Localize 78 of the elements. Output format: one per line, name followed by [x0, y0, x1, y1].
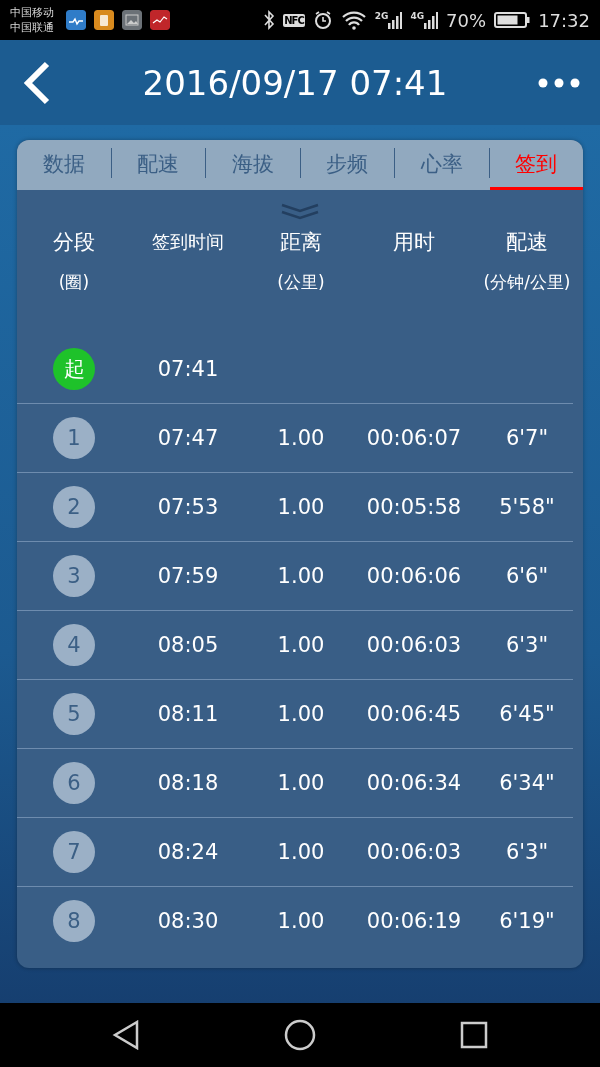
table-cell-text: 1.00 [276, 426, 326, 450]
carrier-name: 中国联通 [10, 20, 54, 35]
table-cell-text: 6'3" [504, 840, 550, 864]
table-cell-text: 00:06:19 [365, 909, 463, 933]
table-cell-text: 6'6" [504, 564, 550, 588]
table-cell-text: 07:47 [156, 426, 220, 450]
battery-percent: 70% [446, 9, 487, 31]
lap-badge: 2 [53, 486, 95, 528]
tab[interactable]: 心率 [395, 140, 489, 190]
lap-badge: 3 [53, 555, 95, 597]
signal-icon [424, 11, 439, 29]
tab[interactable]: 配速 [111, 140, 205, 190]
tab[interactable]: 签到 [489, 140, 583, 190]
heart-rate-icon [66, 10, 86, 30]
table-cell-text: 00:06:07 [365, 426, 463, 450]
table-cell-text: 1.00 [276, 771, 326, 795]
table-cell-text: 6'45" [498, 702, 556, 726]
column-unit: (圈) [58, 271, 90, 294]
lap-badge: 7 [53, 831, 95, 873]
table-cell-text: 1.00 [276, 633, 326, 657]
column-header: 用时 [393, 229, 435, 256]
table-cell-text: 07:53 [156, 495, 220, 519]
lap-badge: 起 [53, 348, 95, 390]
lap-badge: 6 [53, 762, 95, 804]
table-cell-text: 00:06:34 [365, 771, 463, 795]
header-title: 2016/09/17 07:41 [141, 62, 449, 103]
lap-badge: 8 [53, 900, 95, 942]
table-cell-text: 5'58" [498, 495, 556, 519]
lap-badge: 4 [53, 624, 95, 666]
recents-nav-icon[interactable] [460, 1021, 488, 1049]
table-cell-text: 08:11 [156, 702, 220, 726]
table-cell-text: 6'34" [498, 771, 556, 795]
chart-app-icon [150, 10, 170, 30]
back-nav-icon[interactable] [112, 1020, 140, 1050]
table-cell-text: 08:05 [156, 633, 220, 657]
signal-icon [388, 11, 403, 29]
battery-icon [494, 11, 531, 29]
table-cell-text: 00:06:45 [365, 702, 463, 726]
more-icon[interactable] [538, 77, 580, 88]
network-type: 4G [410, 11, 425, 21]
bluetooth-icon [263, 10, 276, 30]
table-cell-text: 08:18 [156, 771, 220, 795]
tab[interactable]: 海拔 [206, 140, 300, 190]
table-cell-text: 6'7" [504, 426, 550, 450]
table-cell-text: 08:30 [156, 909, 220, 933]
table-cell-text: 1.00 [276, 840, 326, 864]
column-header: 分段 [53, 229, 95, 256]
column-unit: (公里) [277, 271, 325, 294]
wifi-icon [340, 10, 367, 30]
column-header: 签到时间 [152, 230, 224, 254]
table-cell-text: 00:06:03 [365, 840, 463, 864]
nfc-icon: NFC [283, 13, 305, 27]
column-header: 距离 [280, 229, 322, 256]
table-cell-text: 1.00 [276, 702, 326, 726]
lap-badge: 5 [53, 693, 95, 735]
carrier-name: 中国移动 [10, 5, 54, 20]
tab[interactable]: 步频 [300, 140, 394, 190]
table-cell-text: 00:06:03 [365, 633, 463, 657]
table-cell-text: 1.00 [276, 564, 326, 588]
table-cell-text: 6'3" [504, 633, 550, 657]
alarm-icon [312, 10, 333, 30]
tab[interactable]: 数据 [17, 140, 111, 190]
table-cell-text: 1.00 [276, 495, 326, 519]
table-cell-text: 07:59 [156, 564, 220, 588]
column-unit: (分钟/公里) [483, 271, 571, 294]
table-cell-text: 6'19" [498, 909, 556, 933]
home-nav-icon[interactable] [284, 1019, 316, 1051]
table-cell-text: 00:05:58 [365, 495, 463, 519]
network-type: 2G [374, 11, 389, 21]
column-header: 配速 [506, 229, 548, 256]
table-cell-text: 00:06:06 [365, 564, 463, 588]
lap-badge: 1 [53, 417, 95, 459]
table-cell-text: 08:24 [156, 840, 220, 864]
clock: 17:32 [538, 9, 590, 31]
back-icon[interactable] [22, 60, 52, 105]
image-icon [122, 10, 142, 30]
table-cell-text: 07:41 [156, 357, 220, 381]
table-cell-text: 1.00 [276, 909, 326, 933]
